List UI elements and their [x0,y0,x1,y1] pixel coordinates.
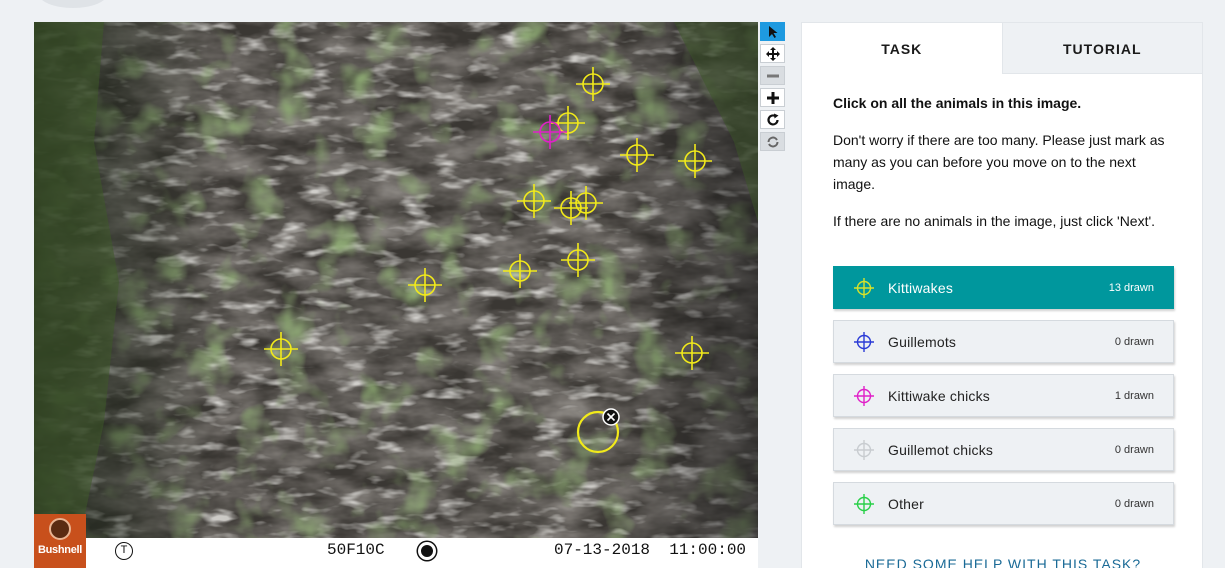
crosshair-icon [854,440,874,460]
panel-tabs: TASK TUTORIAL [802,23,1202,74]
kittiwake-mark[interactable] [264,332,298,366]
kittiwake-mark[interactable] [678,144,712,178]
kittiwake-mark[interactable] [561,243,595,277]
pointer-tool-button[interactable] [760,22,785,41]
kittiwake-mark[interactable] [569,186,603,220]
kittiwake-mark[interactable] [554,191,588,225]
move-tool-button[interactable] [760,44,785,63]
kittiwake-mark[interactable] [503,254,537,288]
tab-tutorial[interactable]: TUTORIAL [1001,23,1202,74]
kittiwake-mark[interactable] [576,67,610,101]
kittiwake-mark[interactable] [620,138,654,172]
choice-count: 13 drawn [1108,282,1154,294]
task-panel: TASK TUTORIAL Click on all the animals i… [801,22,1203,568]
choice-guillemot-chicks[interactable]: Guillemot chicks 0 drawn [833,428,1174,471]
task-question: Click on all the animals in this image. [833,95,1082,111]
choice-label: Kittiwake chicks [888,388,991,404]
zoom-out-icon [766,74,779,78]
camera-id: 50F10C [327,541,385,559]
choice-kittiwake-chicks[interactable]: Kittiwake chicks 1 drawn [833,374,1174,417]
reset-view-button[interactable] [760,132,785,151]
task-instructions: Click on all the animals in this image. … [833,92,1178,247]
kittiwake-mark[interactable] [551,106,585,140]
choice-count: 1 drawn [1114,390,1154,402]
kittiwake-mark[interactable] [517,184,551,218]
camera-brand-name: Bushnell [37,544,83,556]
choice-label: Guillemot chicks [888,442,994,458]
zoom-out-button[interactable] [760,66,785,85]
pointer-icon [768,26,777,38]
subject-image-viewer[interactable]: Bushnell T 50F10C 07-13-2018 11:00:00 [34,22,758,568]
zoom-in-icon [766,92,779,104]
choice-kittiwakes[interactable]: Kittiwakes 13 drawn [833,266,1174,309]
annotation-layer[interactable] [34,22,758,568]
crosshair-icon [854,386,874,406]
task-help-text-next: If there are no animals in the image, ju… [833,213,1156,229]
choice-label: Other [888,496,925,512]
kittiwake-mark[interactable] [675,336,709,370]
task-help-text: Don't worry if there are too many. Pleas… [833,132,1165,192]
help-link[interactable]: NEED SOME HELP WITH THIS TASK? [802,556,1204,568]
reset-icon [767,136,778,148]
image-toolbar [759,22,786,154]
zoom-in-button[interactable] [760,88,785,107]
choice-label: Kittiwakes [888,280,954,296]
camera-brand-badge: Bushnell [34,514,86,568]
capture-datetime: 07-13-2018 11:00:00 [554,541,747,559]
delete-mark-icon[interactable] [602,408,620,426]
choice-guillemots[interactable]: Guillemots 0 drawn [833,320,1174,363]
tab-task[interactable]: TASK [802,23,1002,74]
header-avatar-fragment [38,0,108,8]
choice-count: 0 drawn [1114,336,1154,348]
crosshair-icon [854,332,874,352]
rotate-icon [766,113,779,126]
choice-label: Guillemots [888,334,957,350]
move-icon [765,47,780,61]
choice-count: 0 drawn [1114,498,1154,510]
temperature-icon: T [115,542,133,560]
choice-count: 0 drawn [1114,444,1154,456]
choice-other[interactable]: Other 0 drawn [833,482,1174,525]
camera-brand-logo [49,518,71,540]
kittiwake-chick-mark[interactable] [533,115,567,149]
crosshair-icon [854,278,874,298]
kittiwake-mark[interactable] [408,268,442,302]
moon-phase-icon [418,542,436,560]
rotate-button[interactable] [760,110,785,129]
crosshair-icon [854,494,874,514]
